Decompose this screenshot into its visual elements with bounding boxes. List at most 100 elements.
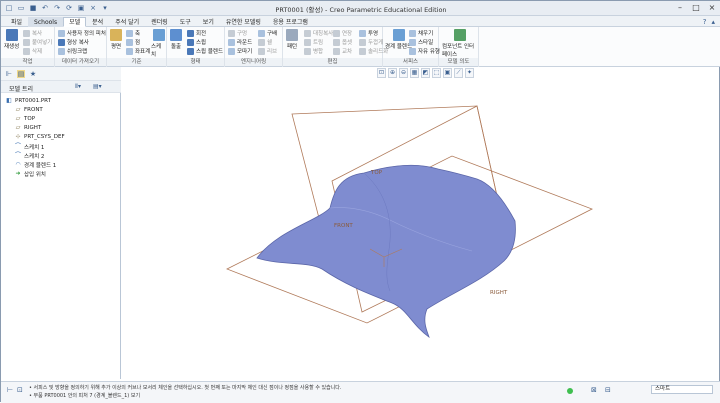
regenerate-button[interactable]: 재생성 (4, 29, 19, 50)
zoom-in-icon[interactable]: ⊕ (388, 68, 397, 78)
rib-button[interactable]: 리브 (258, 47, 277, 55)
draft-button[interactable]: 구배 (258, 29, 277, 37)
datum-label-right: RIGHT (490, 290, 508, 296)
component-interface-button[interactable]: 컴포넌트 인터페이스 (442, 29, 478, 58)
group-label[interactable]: 작업 (1, 58, 54, 66)
ribbon-minimize-icon[interactable]: ▴ (711, 18, 715, 26)
hole-button[interactable]: 구멍 (228, 29, 247, 37)
view-manager-icon[interactable]: ▣ (443, 68, 452, 78)
csys-button[interactable]: 좌표계 (126, 47, 150, 55)
zoom-out-icon[interactable]: ⊖ (399, 68, 408, 78)
group-label[interactable]: 편집 (283, 58, 382, 66)
tree-item[interactable]: ◧ PRT0001.PRT (6, 98, 51, 105)
freestyle-button[interactable]: 자유 유형 (409, 47, 440, 55)
style-button[interactable]: 스타일 (409, 38, 433, 46)
tree-item[interactable]: ⌒ 스케치 1 (15, 143, 44, 152)
sweep-button[interactable]: 스윕 (187, 38, 206, 46)
minimize-icon[interactable]: – (675, 3, 685, 12)
pattern-button[interactable]: 패턴 (286, 29, 298, 50)
tab-analysis[interactable]: 분석 (86, 17, 109, 27)
refit-icon[interactable]: ⊡ (377, 68, 386, 78)
favorites-tab-icon[interactable]: ★ (29, 70, 37, 78)
tree-item[interactable]: ⌒ 스케치 2 (15, 152, 44, 161)
tab-tools[interactable]: 도구 (174, 17, 197, 27)
maximize-icon[interactable]: □ (691, 3, 701, 12)
tree-item[interactable]: ▱ TOP (15, 116, 35, 123)
point-button[interactable]: 점 (126, 38, 140, 46)
repaint-icon[interactable]: ▦ (410, 68, 419, 78)
tab-view[interactable]: 보기 (197, 17, 220, 27)
group-editing: 패턴 대칭복사 트림 병합 연장 옵셋 교차 투영 두껍게 솔리드화 편집 (283, 27, 388, 67)
plane-button[interactable]: 평면 (110, 29, 122, 50)
copy-geometry-button[interactable]: 형상 복사 (58, 38, 89, 46)
group-label[interactable]: 서피스 (383, 58, 438, 66)
swept-blend-button[interactable]: 스윕 블렌드 (187, 47, 223, 55)
fill-button[interactable]: 채우기 (409, 29, 433, 37)
tab-file[interactable]: 파일 (5, 17, 28, 27)
boundary-blend-button[interactable]: 경계 블렌드 (385, 29, 412, 50)
close-icon[interactable]: × (707, 3, 717, 12)
intersect-button[interactable]: 교차 (333, 47, 352, 55)
user-defined-feature-button[interactable]: 사용자 정의 피처 (58, 29, 106, 37)
tree-item[interactable]: ▱ RIGHT (15, 125, 42, 132)
group-label[interactable]: 데이터 가져오기 (55, 58, 106, 66)
group-engineering: 구멍 라운드 모따기 구배 쉘 리브 엔지니어링 (225, 27, 283, 67)
tab-flexible-modeling[interactable]: 유연한 모델링 (220, 17, 267, 27)
paste-button[interactable]: 붙여넣기 (23, 38, 52, 46)
help-icon[interactable]: ? (703, 18, 707, 26)
show-browser-icon[interactable]: ⊡ (17, 386, 23, 394)
model-viewport[interactable]: TOP FRONT RIGHT (122, 81, 720, 379)
datum-display-icon[interactable]: ⟋ (454, 68, 463, 78)
status-bar: ⊢ ⊡ • 서피스 및 방향을 정의하기 위해 추가 이상의 커브나 모서리 체… (1, 381, 720, 403)
selection-filter[interactable]: 스마트 (651, 385, 713, 394)
group-shapes: 돌출 회전 스윕 스윕 블렌드 형태 (167, 27, 225, 67)
extend-icon (333, 29, 340, 37)
show-navigator-icon[interactable]: ⊢ (7, 386, 13, 394)
status-message-2: • 부품 PRT0001 안의 피처 7 (경계_블렌드_1) 보기 (29, 393, 141, 399)
tab-applications[interactable]: 응용 프로그램 (267, 17, 314, 27)
tree-item[interactable]: ⊹ PRT_CSYS_DEF (15, 134, 64, 141)
round-button[interactable]: 라운드 (228, 38, 252, 46)
sketch-button[interactable]: 스케치 (151, 29, 166, 58)
display-style-icon[interactable]: ◩ (421, 68, 430, 78)
tree-item[interactable]: ◠ 경계 블렌드 1 (15, 161, 56, 170)
annotation-display-icon[interactable]: ✦ (465, 68, 474, 78)
tree-item[interactable]: ➜ 삽입 위치 (15, 170, 46, 179)
model-tree-tab-icon[interactable]: ⊩ (5, 70, 13, 78)
extend-button[interactable]: 연장 (333, 29, 352, 37)
tree-filter-icon[interactable]: Ⅱ▾ (75, 83, 81, 90)
tab-schools[interactable]: Schools (28, 17, 64, 27)
group-label[interactable]: 형태 (167, 58, 224, 66)
merge-button[interactable]: 병합 (304, 47, 323, 55)
tree-settings-icon[interactable]: ▤▾ (93, 83, 102, 90)
filter-icon[interactable]: ⊟ (605, 386, 611, 394)
extrude-button[interactable]: 돌출 (170, 29, 182, 50)
boundary-blend-surface[interactable] (256, 164, 516, 339)
mirror-button[interactable]: 대칭복사 (304, 29, 333, 37)
tree-item[interactable]: ▱ FRONT (15, 107, 43, 114)
tab-render[interactable]: 렌더링 (145, 17, 174, 27)
revolve-button[interactable]: 회전 (187, 29, 206, 37)
chamfer-icon (228, 47, 235, 55)
group-surfaces: 경계 블렌드 채우기 스타일 자유 유형 서피스 (383, 27, 440, 67)
offset-button[interactable]: 옵셋 (333, 38, 352, 46)
tab-model[interactable]: 모델 (63, 17, 87, 27)
group-label[interactable]: 기준 (107, 58, 166, 66)
chamfer-button[interactable]: 모따기 (228, 47, 252, 55)
group-label[interactable]: 모델 의도 (439, 58, 478, 66)
group-label[interactable]: 엔지니어링 (225, 58, 282, 66)
tab-annotate[interactable]: 주석 달기 (109, 17, 145, 27)
thicken-button[interactable]: 두껍게 (359, 38, 383, 46)
copy-button[interactable]: 복사 (23, 29, 42, 37)
folder-browser-tab-icon[interactable]: ▤ (17, 70, 25, 78)
selection-icon[interactable]: ⊠ (591, 386, 597, 394)
axis-button[interactable]: 축 (126, 29, 140, 37)
graphics-window[interactable]: TOP FRONT RIGHT (122, 81, 720, 379)
trim-button[interactable]: 트림 (304, 38, 323, 46)
project-button[interactable]: 투영 (359, 29, 378, 37)
model-tree-title: 모델 트리 (9, 86, 33, 93)
shrinkwrap-button[interactable]: 쉬링크랩 (58, 47, 87, 55)
saved-orientations-icon[interactable]: ⬚ (432, 68, 441, 78)
shell-button[interactable]: 쉘 (258, 38, 272, 46)
delete-button[interactable]: 삭제 (23, 47, 42, 55)
